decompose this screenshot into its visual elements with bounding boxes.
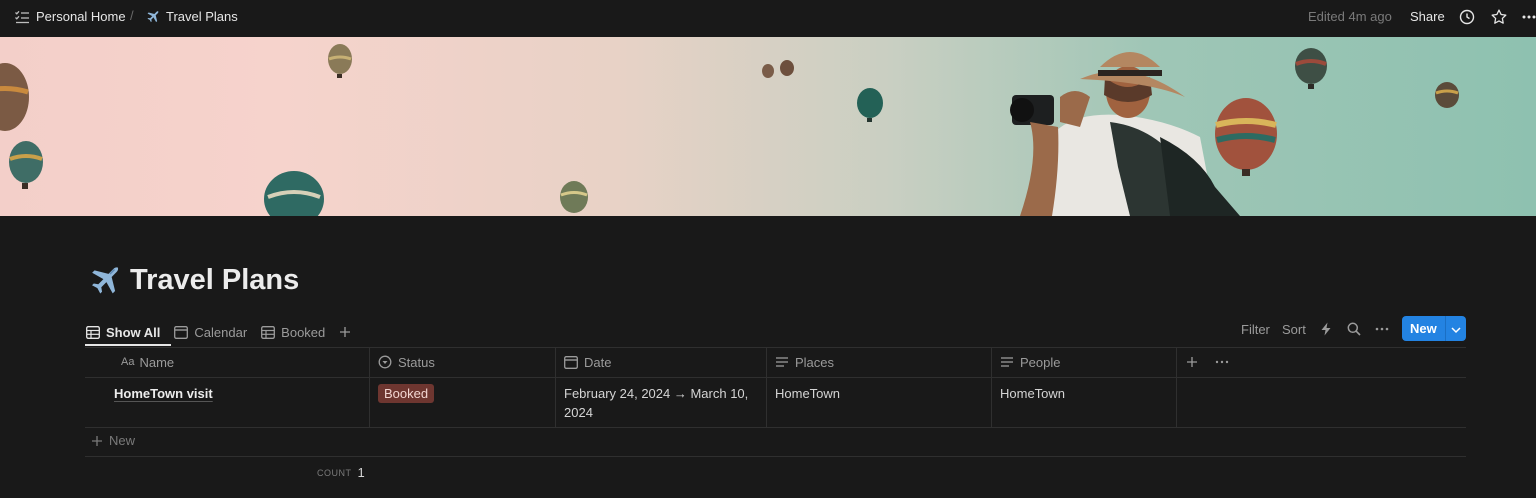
row-name-cell[interactable]: HomeTown visit (114, 384, 213, 403)
more-options-icon (1215, 360, 1229, 364)
text-type-icon: Aa (121, 356, 135, 368)
breadcrumb-page[interactable]: Travel Plans (145, 0, 238, 33)
header-bottom-border (85, 377, 1466, 378)
plus-icon (92, 435, 102, 446)
airplane-icon (86, 262, 122, 298)
new-row-bottom-border (85, 456, 1466, 457)
column-divider (766, 347, 767, 427)
calendar-icon (174, 325, 189, 339)
sort-button[interactable]: Sort (1282, 316, 1306, 342)
column-header-name[interactable]: Aa Name (121, 347, 174, 377)
breadcrumb-page-label: Travel Plans (166, 9, 238, 24)
column-divider (991, 347, 992, 427)
table-icon (86, 325, 100, 339)
row-people-cell[interactable]: HomeTown (1000, 384, 1065, 403)
calendar-icon (564, 355, 578, 369)
tab-label: Calendar (194, 324, 248, 340)
text-lines-icon (1001, 357, 1013, 367)
count-label: COUNT (317, 467, 352, 478)
add-row-label: New (109, 433, 136, 448)
date-line: February 24, 2024 → March 10, (564, 386, 749, 401)
column-header-label: People (1020, 354, 1061, 370)
column-header-status[interactable]: Status (378, 347, 435, 377)
add-view-button[interactable] (339, 318, 357, 346)
column-options-button[interactable] (1215, 347, 1235, 377)
count-value: 1 (357, 465, 365, 480)
page-title-text: Travel Plans (130, 263, 300, 296)
row-bottom-border (85, 427, 1466, 428)
column-header-date[interactable]: Date (564, 347, 611, 377)
column-divider (555, 347, 556, 427)
new-button-divider (1445, 316, 1446, 341)
tab-calendar[interactable]: Calendar (174, 318, 247, 346)
tab-show-all[interactable]: Show All (86, 318, 160, 346)
filter-button[interactable]: Filter (1241, 316, 1270, 342)
status-icon (378, 355, 392, 369)
column-header-label: Name (139, 354, 175, 370)
row-date-cell[interactable]: February 24, 2024 → March 10, 2024 (564, 384, 748, 422)
column-header-label: Status (398, 354, 435, 370)
automation-icon[interactable] (1320, 316, 1332, 342)
breadcrumb-root-label: Personal Home (36, 9, 126, 24)
share-button[interactable]: Share (1410, 9, 1445, 24)
row-places-cell[interactable]: HomeTown (775, 384, 840, 403)
column-header-people[interactable]: People (1000, 347, 1060, 377)
new-button-label: New (1410, 321, 1437, 336)
cover-image[interactable] (0, 37, 1536, 216)
page-title[interactable]: Travel Plans (86, 262, 299, 298)
active-tab-indicator (85, 344, 171, 346)
new-button[interactable]: New (1402, 316, 1466, 341)
plus-icon (340, 327, 351, 337)
column-header-places[interactable]: Places (775, 347, 834, 377)
add-row-button[interactable]: New (91, 433, 135, 448)
view-options-icon[interactable] (1375, 316, 1389, 342)
plus-icon (1187, 357, 1197, 367)
search-icon[interactable] (1347, 316, 1361, 342)
edited-status: Edited 4m ago (1308, 9, 1392, 24)
tab-label: Booked (281, 324, 326, 340)
column-divider (369, 347, 370, 427)
star-icon[interactable] (1490, 8, 1508, 26)
view-tabs: Show All Calendar Booked (86, 318, 371, 346)
photographer-figure (1010, 52, 1240, 216)
chevron-down-icon[interactable] (1450, 323, 1462, 338)
airplane-icon (145, 9, 160, 24)
checklist-icon (14, 9, 30, 25)
column-divider (1176, 347, 1177, 427)
balloon-icon (0, 44, 1459, 216)
tab-booked[interactable]: Booked (261, 318, 325, 346)
text-lines-icon (776, 357, 788, 367)
more-options-icon[interactable] (1520, 8, 1536, 26)
row-count[interactable]: COUNT 1 (317, 465, 365, 480)
table-icon (261, 325, 276, 339)
column-header-label: Places (795, 354, 835, 370)
breadcrumb-separator: / (130, 8, 134, 23)
date-line: 2024 (564, 405, 593, 420)
column-header-label: Date (584, 354, 612, 370)
breadcrumb-root[interactable]: Personal Home (14, 0, 126, 33)
top-bar: Personal Home / Travel Plans Edited 4m a… (0, 0, 1536, 37)
add-property-button[interactable] (1186, 347, 1204, 377)
hot-air-balloons-photo (0, 44, 1459, 216)
history-icon[interactable] (1458, 8, 1476, 26)
tab-label: Show All (106, 324, 161, 340)
status-badge[interactable]: Booked (378, 384, 435, 403)
